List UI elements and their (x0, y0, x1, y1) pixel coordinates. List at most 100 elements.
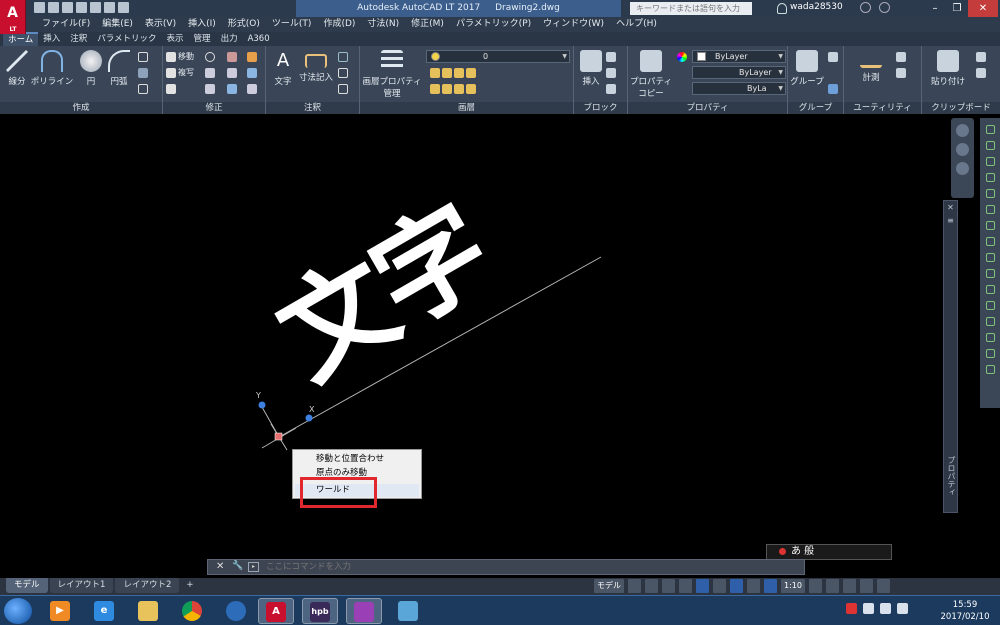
zoom-icon[interactable] (956, 162, 969, 175)
customize-icon[interactable] (876, 579, 890, 593)
tab-parametric[interactable]: パラメトリック (92, 32, 161, 46)
move-button[interactable]: 移動 (166, 50, 194, 63)
erase-button[interactable] (247, 50, 257, 63)
create-block-button[interactable] (606, 50, 616, 63)
tab-model[interactable]: モデル (6, 578, 48, 593)
command-prompt-icon[interactable]: ▸ (248, 562, 259, 572)
hpb-app[interactable]: hpb (302, 598, 338, 624)
arc-button[interactable]: 円弧 (104, 48, 134, 87)
isodraft-icon[interactable] (713, 579, 726, 593)
region-button[interactable] (138, 82, 148, 95)
clean-screen-icon[interactable] (859, 579, 873, 593)
annotation-panel-title[interactable]: 注釈 (266, 102, 359, 114)
properties-panel-title[interactable]: プロパティ (628, 102, 787, 114)
tab-output[interactable]: 出力 (216, 32, 243, 46)
calculator-button[interactable] (896, 50, 906, 63)
stretch-button[interactable] (166, 82, 176, 95)
exchange-icon[interactable] (860, 2, 871, 13)
color-wheel[interactable] (677, 50, 687, 63)
menu-insert[interactable]: 挿入(I) (182, 17, 222, 32)
add-layout-button[interactable]: + (181, 578, 198, 593)
redo-icon[interactable] (118, 2, 129, 13)
annotation-visibility-icon[interactable] (764, 579, 777, 593)
autocad-app[interactable]: A (258, 598, 294, 624)
infer-icon[interactable] (662, 579, 675, 593)
polyline-button[interactable]: ポリライン (30, 48, 74, 87)
open-file-icon[interactable] (48, 2, 59, 13)
group-select-button[interactable] (828, 82, 838, 95)
measure-button[interactable]: 計測 (856, 48, 886, 83)
viewcube-icon[interactable] (956, 124, 969, 137)
menu-edit[interactable]: 編集(E) (96, 17, 139, 32)
hardware-accel-icon[interactable] (842, 579, 856, 593)
clipboard-panel-title[interactable]: クリップボード (922, 102, 1000, 114)
explode-button[interactable] (247, 66, 257, 79)
tab-annotate[interactable]: 注釈 (65, 32, 92, 46)
array-button[interactable] (227, 82, 237, 95)
scale-button[interactable] (205, 82, 215, 95)
search-input[interactable] (630, 2, 752, 15)
tool-icon-15[interactable] (985, 349, 995, 358)
menu-modify[interactable]: 修正(M) (405, 17, 450, 32)
tool-icon-3[interactable] (985, 157, 995, 166)
ungroup-button[interactable] (828, 50, 838, 63)
utilities-panel-title[interactable]: ユーティリティ (844, 102, 921, 114)
ucs-origin-grip[interactable] (274, 432, 283, 441)
insert-block-button[interactable]: 挿入 (576, 48, 606, 87)
palette-close-icon[interactable]: ✕ (944, 203, 957, 212)
menu-parametric[interactable]: パラメトリック(P) (450, 17, 537, 32)
properties-palette[interactable]: ✕ ≡ プロパティ (943, 200, 958, 513)
ucs-x-grip[interactable] (305, 414, 313, 422)
tray-app-icon[interactable] (846, 603, 857, 614)
save-icon[interactable] (62, 2, 73, 13)
clock[interactable]: 15:59 2017/02/10 (936, 599, 994, 623)
tab-view[interactable]: 表示 (162, 32, 189, 46)
attribute-button[interactable] (606, 82, 616, 95)
layer-properties-button[interactable]: 画層プロパティ 管理 (362, 48, 422, 99)
gear-icon[interactable] (808, 579, 822, 593)
pan-icon[interactable] (956, 143, 969, 156)
circle-button[interactable]: 円 (76, 48, 106, 87)
menu-tools[interactable]: ツール(T) (266, 17, 318, 32)
snap-icon[interactable] (645, 579, 658, 593)
help-icon[interactable] (879, 2, 890, 13)
draw-panel-title[interactable]: 作成 (0, 102, 162, 114)
group-button[interactable]: グループ (788, 48, 826, 87)
paste-button[interactable]: 貼り付け (926, 48, 970, 87)
command-input[interactable] (266, 561, 786, 573)
layer-on-icon[interactable] (430, 83, 440, 94)
lineweight-dropdown[interactable]: ByLa ▼ (692, 82, 786, 95)
maximize-icon[interactable]: ❐ (946, 0, 968, 17)
tool-icon-16[interactable] (985, 365, 995, 374)
tab-insert[interactable]: 挿入 (38, 32, 65, 46)
model-space-button[interactable]: モデル (594, 579, 624, 593)
chrome-app[interactable] (174, 598, 210, 624)
menu-dimension[interactable]: 寸法(N) (361, 17, 405, 32)
hatch-button[interactable] (138, 66, 148, 79)
ie-app[interactable]: e (86, 598, 122, 624)
polar-icon[interactable] (696, 579, 709, 593)
dimension-button[interactable]: 寸法記入 (296, 48, 336, 83)
leader-button[interactable] (338, 66, 348, 79)
layer-isolate-icon[interactable] (442, 67, 452, 78)
tool-icon-4[interactable] (985, 173, 995, 182)
layer-lock-icon[interactable] (466, 67, 476, 78)
tool-icon-13[interactable] (985, 317, 995, 326)
menu-help[interactable]: ヘルプ(H) (610, 17, 663, 32)
palette-options-icon[interactable]: ≡ (944, 216, 957, 225)
layer-unisolate-icon[interactable] (442, 83, 452, 94)
rectangle-button[interactable] (138, 50, 148, 63)
layer-dropdown[interactable]: 0 ▼ (426, 50, 570, 63)
tab-layout1[interactable]: レイアウト1 (49, 578, 114, 593)
tool-icon-8[interactable] (985, 237, 995, 246)
line-button[interactable]: 線分 (2, 48, 32, 87)
menu-window[interactable]: ウィンドウ(W) (537, 17, 610, 32)
tool-icon-11[interactable] (985, 285, 995, 294)
tool-icon-7[interactable] (985, 221, 995, 230)
paint-app-1[interactable] (346, 598, 382, 624)
new-file-icon[interactable] (34, 2, 45, 13)
menu-draw[interactable]: 作成(D) (317, 17, 361, 32)
explorer-app[interactable] (130, 598, 166, 624)
menu-format[interactable]: 形式(O) (222, 17, 266, 32)
undo-icon[interactable] (104, 2, 115, 13)
